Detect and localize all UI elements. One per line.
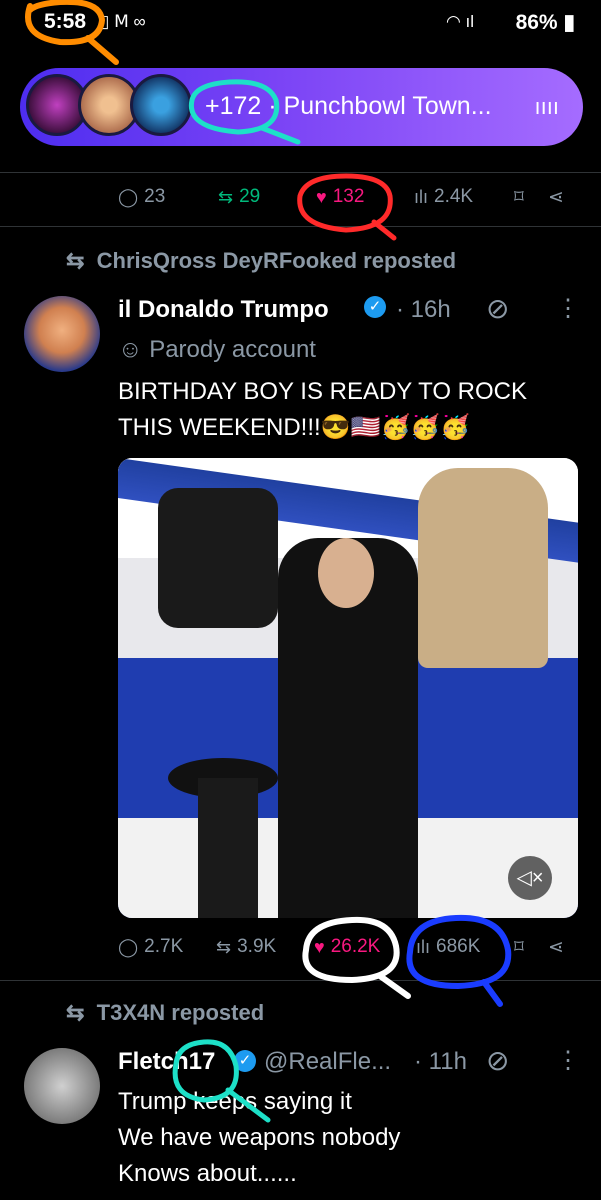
share-icon[interactable]: ⋖ — [548, 936, 564, 959]
post-text: Trump keeps saying it We have weapons no… — [118, 1088, 401, 1187]
views-button[interactable]: ılı 686K — [416, 936, 480, 958]
repost-indicator: ⇆ T3X4N reposted — [66, 1000, 265, 1025]
views-icon: ılı — [414, 186, 429, 207]
wifi-signal-icon: ◠ ıl — [446, 12, 475, 31]
verified-badge-icon: ✓ — [364, 296, 386, 318]
notification-icons: ▯ Ⅿ ∞ — [100, 12, 146, 31]
repost-icon: ⇆ — [218, 186, 234, 207]
divider — [0, 226, 601, 227]
avatar[interactable] — [24, 1048, 100, 1124]
repost-icon: ⇆ — [216, 936, 232, 957]
heart-icon: ♥ — [316, 186, 327, 207]
space-title: +172 · Punchbowl Town... — [205, 92, 492, 120]
author-name[interactable]: il Donaldo Trumpo — [118, 296, 329, 324]
reply-icon: ◯ — [118, 936, 139, 957]
reply-button[interactable]: ◯ 2.7K — [118, 936, 183, 958]
post-time: · 11h — [414, 1048, 467, 1075]
live-space-bar[interactable]: +172 · Punchbowl Town... ıııı — [20, 68, 583, 146]
divider — [0, 172, 601, 173]
mask-icon: ☺ — [118, 336, 143, 363]
space-avatar-3 — [130, 74, 192, 136]
audio-bars-icon: ıııı — [534, 94, 559, 119]
mute-icon[interactable]: ◁× — [508, 856, 552, 900]
status-time: 5:58 — [44, 10, 87, 33]
repost-icon: ⇆ — [66, 1000, 85, 1025]
repost-indicator: ⇆ ChrisQross DeyRFooked reposted — [66, 248, 457, 273]
author-name[interactable]: Fletch17 — [118, 1048, 215, 1076]
like-button[interactable]: ♥ 26.2K — [314, 936, 380, 958]
reply-icon: ◯ — [118, 186, 139, 207]
reply-button[interactable]: ◯ 23 — [118, 186, 165, 208]
bookmark-icon[interactable]: ⌑ — [514, 936, 524, 959]
views-icon: ılı — [416, 936, 431, 957]
post-video[interactable]: ◁× — [118, 458, 578, 918]
battery-indicator: 86% ▮ — [515, 11, 575, 34]
more-options-icon[interactable]: ⋮ — [556, 1046, 580, 1075]
grok-icon[interactable]: ⊘ — [486, 1044, 509, 1077]
author-handle[interactable]: @RealFle... — [264, 1048, 391, 1076]
parody-label: ☺ Parody account — [118, 336, 316, 363]
repost-icon: ⇆ — [66, 248, 85, 273]
like-button[interactable]: ♥ 132 — [316, 186, 364, 208]
battery-percent: 86% — [515, 11, 558, 34]
divider — [0, 980, 601, 981]
repost-button[interactable]: ⇆ 3.9K — [216, 936, 276, 958]
avatar[interactable] — [24, 296, 100, 372]
status-bar: 5:58 ▯ Ⅿ ∞ ◠ ıl 86% ▮ — [0, 0, 601, 46]
bookmark-icon[interactable]: ⌑ — [514, 186, 524, 209]
grok-icon[interactable]: ⊘ — [486, 292, 509, 325]
annotation-blue-circle — [406, 914, 512, 1007]
verified-badge-icon: ✓ — [234, 1050, 256, 1072]
heart-icon: ♥ — [314, 936, 325, 957]
post-time: · 16h — [396, 296, 451, 323]
post-text: BIRTHDAY BOY IS READY TO ROCK THIS WEEKE… — [118, 378, 528, 441]
share-icon[interactable]: ⋖ — [548, 186, 564, 209]
repost-button[interactable]: ⇆ 29 — [218, 186, 260, 208]
more-options-icon[interactable]: ⋮ — [556, 294, 580, 323]
views-button[interactable]: ılı 2.4K — [414, 186, 473, 208]
